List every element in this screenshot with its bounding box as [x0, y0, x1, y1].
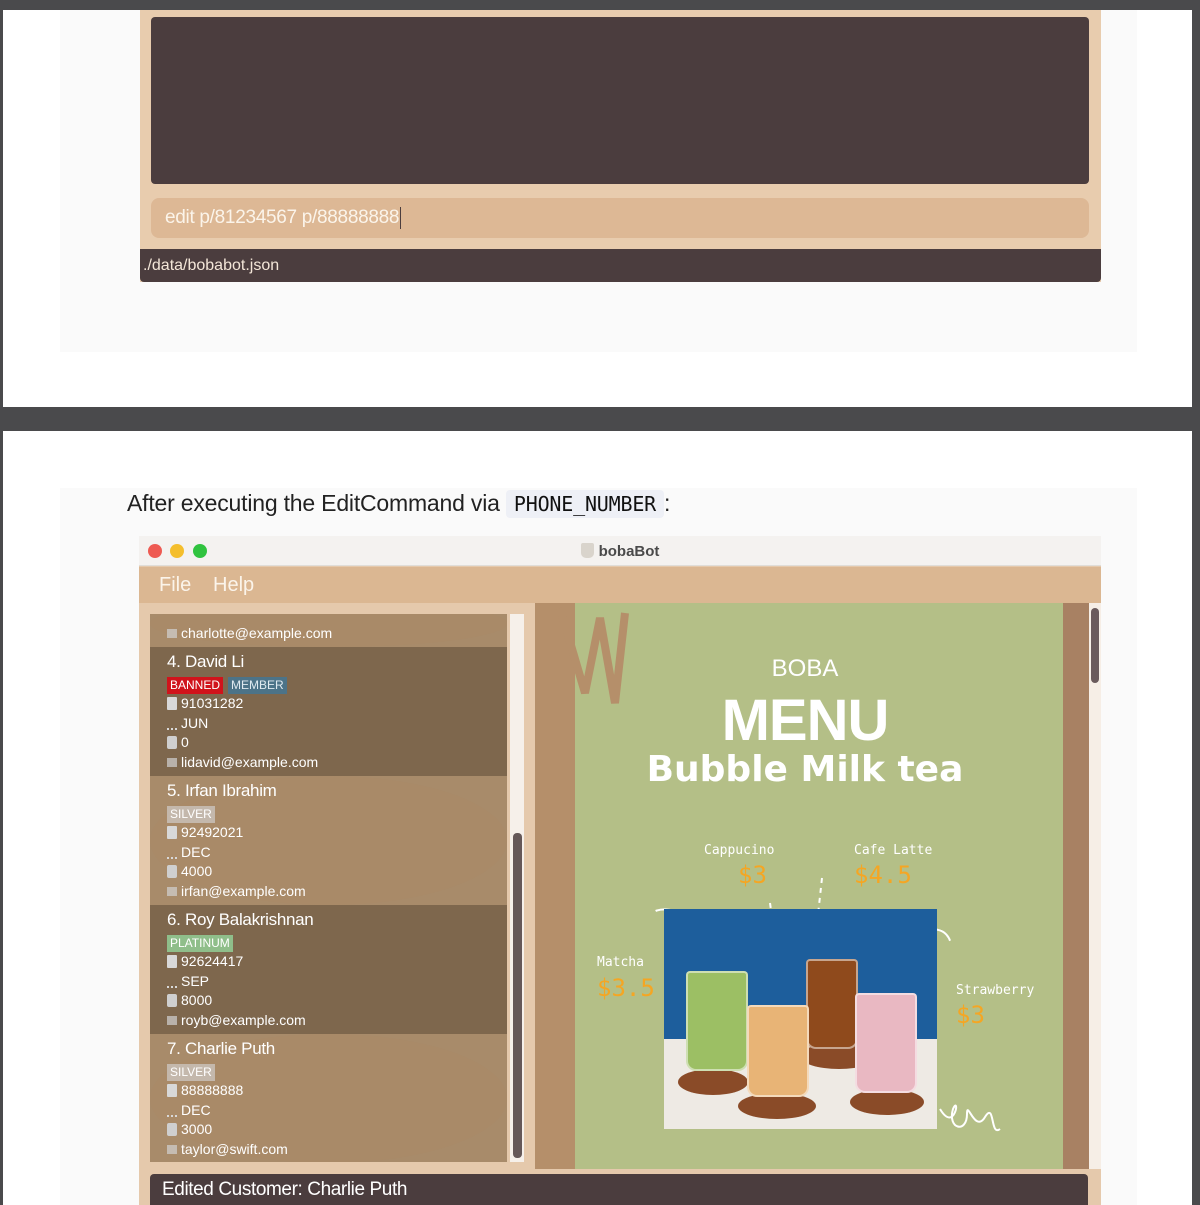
cake-icon	[167, 1107, 177, 1117]
customer-reward: 3000	[167, 1120, 490, 1139]
tag-silver: SILVER	[167, 1064, 215, 1081]
cake-icon	[167, 720, 177, 730]
customer-name: 6. Roy Balakrishnan	[167, 910, 314, 929]
customer-birthday: SEP	[167, 972, 490, 991]
customer-reward: 8000	[167, 991, 490, 1010]
customer-tags: PLATINUM	[167, 933, 490, 952]
heading-code: PHONE_NUMBER	[505, 490, 664, 518]
drink-name-strawberry: Strawberry	[956, 983, 1035, 998]
customer-reward: 4000	[167, 862, 490, 881]
text-caret	[400, 207, 402, 229]
menu-panel: BOBA MENU Bubble Milk tea Cappucino $3 C…	[535, 603, 1089, 1169]
cake-icon	[167, 849, 177, 859]
customer-card-5[interactable]: 5. Irfan Ibrahim SILVER 92492021 DEC 400…	[150, 776, 507, 905]
strawberry-cup	[855, 993, 917, 1093]
phone-icon	[167, 826, 177, 840]
email-icon	[167, 757, 177, 767]
customer-name: 4. David Li	[167, 652, 245, 671]
menu-brand: BOBA	[771, 655, 839, 682]
drink-price-matcha: $3.5	[597, 974, 655, 1002]
heading-text: After executing the EditCommand via	[127, 490, 500, 516]
drink-price-cafe-latte: $4.5	[854, 861, 912, 889]
drink-name-cappucino: Cappucino	[704, 843, 775, 858]
customer-email: royb@example.com	[167, 1011, 490, 1030]
email-icon	[167, 1015, 177, 1025]
gift-icon	[167, 865, 177, 879]
phone-icon	[167, 697, 177, 711]
status-bar: ./data/bobabot.json	[140, 249, 1101, 282]
drink-name-matcha: Matcha	[597, 955, 644, 970]
phone-icon	[167, 1084, 177, 1098]
cafe-latte-cup	[747, 1005, 809, 1097]
phone-icon	[167, 955, 177, 969]
customer-list[interactable]: charlotte@example.com 4. David Li BANNED…	[150, 614, 507, 1162]
document-page-top: edit p/81234567 p/88888888 ./data/bobabo…	[3, 10, 1192, 407]
boba-cup-icon	[580, 543, 594, 558]
panel-edge-strip	[1063, 603, 1089, 1169]
customer-birthday: JUN	[167, 714, 490, 733]
bubble-tea-photo	[664, 909, 937, 1129]
cake-icon	[167, 978, 177, 988]
customer-phone: 92492021	[167, 823, 490, 842]
title-bar: bobaBot	[139, 536, 1101, 566]
menu-subtitle: Bubble Milk tea	[646, 749, 964, 790]
customer-reward: 0	[167, 733, 490, 752]
customer-tags: SILVER	[167, 804, 490, 823]
customer-birthday: DEC	[167, 843, 490, 862]
drink-name-cafe-latte: Cafe Latte	[854, 843, 933, 858]
customer-phone: 88888888	[167, 1081, 490, 1100]
customer-card-4[interactable]: 4. David Li BANNED MEMBER 91031282 JUN 0 …	[150, 647, 507, 776]
partial-row	[167, 614, 490, 624]
customer-list-scroll-thumb[interactable]	[513, 833, 522, 1158]
bobabot-window: bobaBot File Help charlotte@example.com …	[139, 536, 1101, 1205]
customer-tags: SILVER	[167, 1062, 490, 1081]
tag-silver: SILVER	[167, 806, 215, 823]
result-message: Edited Customer: Charlie Puth	[150, 1174, 1088, 1205]
tag-banned: BANNED	[167, 677, 224, 694]
customer-name: 7. Charlie Puth	[167, 1039, 275, 1058]
tag-platinum: PLATINUM	[167, 935, 233, 952]
customer-card-7[interactable]: 7. Charlie Puth SILVER 88888888 DEC 3000…	[150, 1034, 507, 1162]
customer-tags: BANNED MEMBER	[167, 675, 490, 694]
saucer	[678, 1069, 748, 1095]
menu-bar: File Help	[139, 567, 1101, 603]
result-display-box	[151, 17, 1089, 184]
customer-phone: 91031282	[167, 694, 490, 713]
document-page-bottom: After executing the EditCommand via PHON…	[3, 431, 1192, 1205]
tag-member: MEMBER	[228, 677, 287, 694]
drink-price-strawberry: $3	[956, 1001, 985, 1029]
swirl-decoration	[939, 1104, 1001, 1132]
menu-file[interactable]: File	[159, 574, 191, 597]
customer-email: taylor@swift.com	[167, 1140, 490, 1159]
gift-icon	[167, 1123, 177, 1137]
customer-birthday: DEC	[167, 1101, 490, 1120]
customer-email: lidavid@example.com	[167, 753, 490, 772]
customer-name: 5. Irfan Ibrahim	[167, 781, 277, 800]
command-input[interactable]: edit p/81234567 p/88888888	[151, 198, 1089, 238]
email-icon	[167, 629, 177, 639]
menu-title: MENU	[721, 688, 890, 753]
menu-panel-scrollbar[interactable]	[1089, 603, 1101, 1169]
menu-panel-scroll-thumb[interactable]	[1091, 608, 1099, 683]
brown-tea-cup	[806, 959, 858, 1049]
menu-help[interactable]: Help	[213, 574, 254, 597]
customer-card-3[interactable]: charlotte@example.com	[150, 614, 507, 647]
window-title: bobaBot	[139, 543, 1101, 560]
customer-email: charlotte@example.com	[167, 624, 490, 643]
customer-phone: 92624417	[167, 952, 490, 971]
command-input-text: edit p/81234567 p/88888888	[165, 207, 400, 229]
section-heading: After executing the EditCommand via PHON…	[127, 490, 671, 518]
customer-email: irfan@example.com	[167, 882, 490, 901]
customer-card-6[interactable]: 6. Roy Balakrishnan PLATINUM 92624417 SE…	[150, 905, 507, 1034]
status-bar-path: ./data/bobabot.json	[143, 257, 280, 274]
email-icon	[167, 886, 177, 896]
menu-image: BOBA MENU Bubble Milk tea Cappucino $3 C…	[555, 603, 1064, 1169]
matcha-cup	[686, 971, 748, 1071]
gift-icon	[167, 736, 177, 750]
gift-icon	[167, 994, 177, 1008]
email-icon	[167, 1144, 177, 1154]
heading-suffix: :	[664, 490, 671, 516]
window-title-text: bobaBot	[598, 543, 660, 560]
